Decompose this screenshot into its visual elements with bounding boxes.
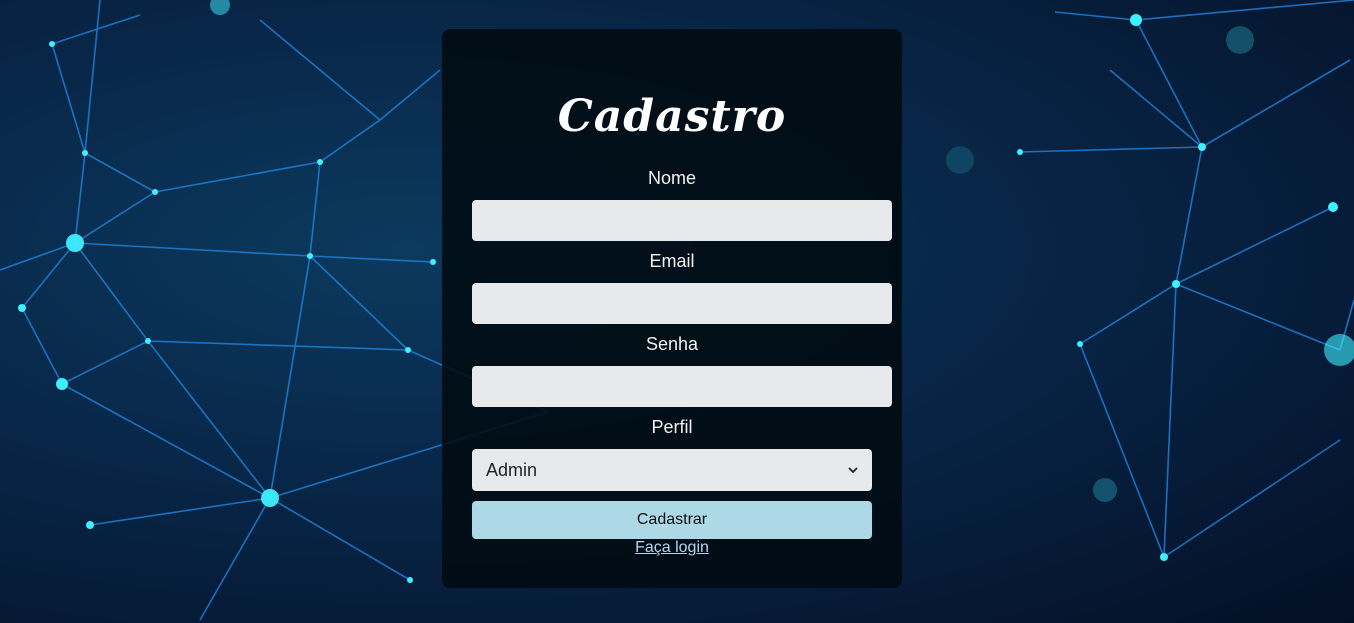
page-title: Cadastro <box>557 91 787 142</box>
submit-button[interactable]: Cadastrar <box>472 501 872 539</box>
register-panel: Cadastro Nome Email Senha Perfil Admin C… <box>442 29 902 588</box>
email-label: Email <box>649 251 695 271</box>
password-input[interactable] <box>472 366 892 407</box>
email-input[interactable] <box>472 283 892 324</box>
profile-label: Perfil <box>651 417 693 437</box>
profile-select[interactable]: Admin <box>472 449 872 491</box>
name-label: Nome <box>647 168 696 188</box>
chevron-down-icon <box>848 467 858 474</box>
login-link[interactable]: Faça login <box>442 539 902 557</box>
profile-selected-value: Admin <box>486 459 538 480</box>
password-label: Senha <box>645 334 699 354</box>
name-input[interactable] <box>472 200 892 241</box>
